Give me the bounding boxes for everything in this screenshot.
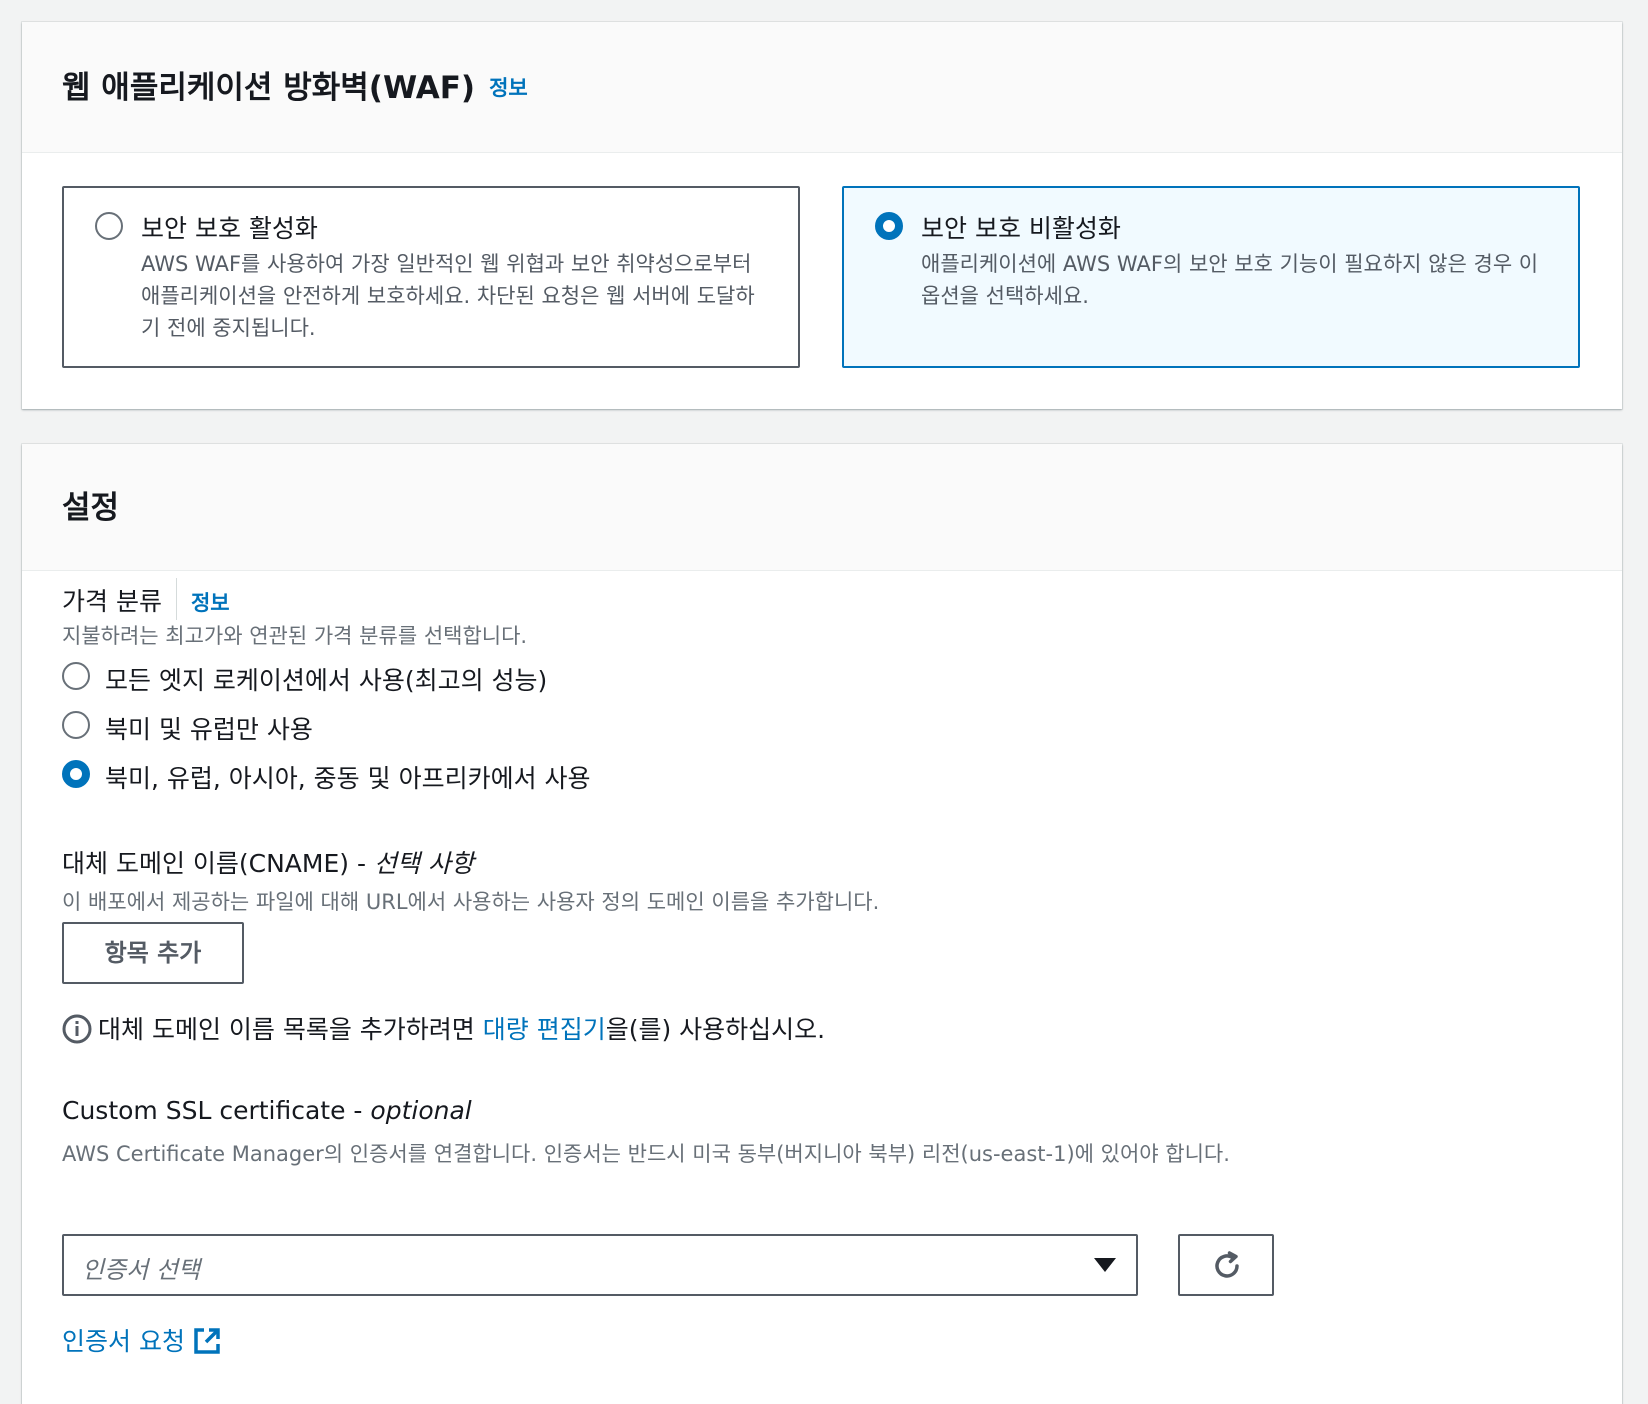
price-class-option-all-label: 모든 엣지 로케이션에서 사용(최고의 성능)	[105, 666, 548, 695]
add-item-button[interactable]: 항목 추가	[62, 922, 244, 984]
tile-enable-description: AWS WAF를 사용하여 가장 일반적인 웹 위협과 보안 취약성으로부터 애…	[141, 252, 755, 340]
refresh-icon	[1215, 1251, 1239, 1278]
ssl-description: AWS Certificate Manager의 인증서를 연결합니다. 인증서…	[62, 1142, 1230, 1166]
settings-panel-header: 설정	[22, 444, 1622, 571]
bulk-editor-link[interactable]: 대량 편집기	[483, 1015, 606, 1044]
waf-panel: 웹 애플리케이션 방화벽(WAF) 정보 보안 보호 활성화 AWS WAF를 사…	[22, 22, 1622, 409]
tile-enable-protection[interactable]: 보안 보호 활성화 AWS WAF를 사용하여 가장 일반적인 웹 위협과 보안…	[62, 186, 800, 368]
waf-panel-header: 웹 애플리케이션 방화벽(WAF) 정보	[22, 22, 1622, 153]
tile-disable-description: 애플리케이션에 AWS WAF의 보안 보호 기능이 필요하지 않은 경우 이 …	[921, 252, 1539, 308]
cname-optional-text: 선택 사항	[373, 849, 474, 878]
radio-price-na-eu-asia-me-af[interactable]	[62, 760, 90, 788]
price-class-option-na-eu-label: 북미 및 유럽만 사용	[105, 715, 313, 744]
info-icon	[62, 1014, 92, 1044]
cname-description: 이 배포에서 제공하는 파일에 대해 URL에서 사용하는 사용자 정의 도메인…	[62, 890, 880, 914]
price-class-info-link[interactable]: 정보	[191, 591, 230, 615]
radio-price-all[interactable]	[62, 662, 90, 690]
price-class-option-na-eu-asia-me-af-label: 북미, 유럽, 아시아, 중동 및 아프리카에서 사용	[105, 764, 591, 793]
refresh-certificates-button[interactable]	[1178, 1234, 1274, 1296]
radio-disable-protection[interactable]	[875, 212, 903, 240]
tile-enable-title: 보안 보호 활성화	[141, 214, 318, 243]
caret-down-icon	[1094, 1258, 1116, 1272]
cname-label-text: 대체 도메인 이름(CNAME) -	[62, 849, 374, 878]
waf-info-link[interactable]: 정보	[489, 76, 528, 100]
request-certificate-link[interactable]: 인증서 요청	[62, 1322, 221, 1358]
tile-disable-protection[interactable]: 보안 보호 비활성화 애플리케이션에 AWS WAF의 보안 보호 기능이 필요…	[842, 186, 1580, 368]
external-link-icon	[194, 1328, 220, 1354]
price-class-label: 가격 분류 정보	[62, 578, 230, 620]
certificate-select[interactable]: 인증서 선택	[62, 1234, 1138, 1296]
waf-panel-title: 웹 애플리케이션 방화벽(WAF) 정보	[62, 62, 528, 107]
bulk-editor-note-prefix: 대체 도메인 이름 목록을 추가하려면	[98, 1015, 483, 1044]
label-divider	[175, 578, 177, 620]
price-class-label-text: 가격 분류	[62, 587, 162, 616]
price-class-description: 지불하려는 최고가와 연관된 가격 분류를 선택합니다.	[62, 624, 528, 648]
ssl-optional-text: optional	[370, 1096, 472, 1125]
settings-panel-title: 설정	[62, 490, 120, 526]
certificate-select-placeholder: 인증서 선택	[82, 1256, 201, 1284]
radio-price-na-eu[interactable]	[62, 711, 90, 739]
bulk-editor-note-suffix: 을(를) 사용하십시오.	[605, 1015, 826, 1044]
bulk-editor-note: 대체 도메인 이름 목록을 추가하려면 대량 편집기을(를) 사용하십시오.	[62, 1010, 825, 1046]
cname-label: 대체 도메인 이름(CNAME) - 선택 사항	[62, 844, 474, 880]
tile-disable-title: 보안 보호 비활성화	[921, 214, 1121, 243]
waf-title-text: 웹 애플리케이션 방화벽(WAF)	[62, 70, 476, 106]
ssl-label: Custom SSL certificate - optional	[62, 1096, 472, 1125]
ssl-label-text: Custom SSL certificate -	[62, 1096, 371, 1125]
radio-enable-protection[interactable]	[95, 212, 123, 240]
request-certificate-label: 인증서 요청	[62, 1327, 185, 1356]
settings-panel: 설정 가격 분류 정보 지불하려는 최고가와 연관된 가격 분류를 선택합니다. …	[22, 444, 1622, 1404]
